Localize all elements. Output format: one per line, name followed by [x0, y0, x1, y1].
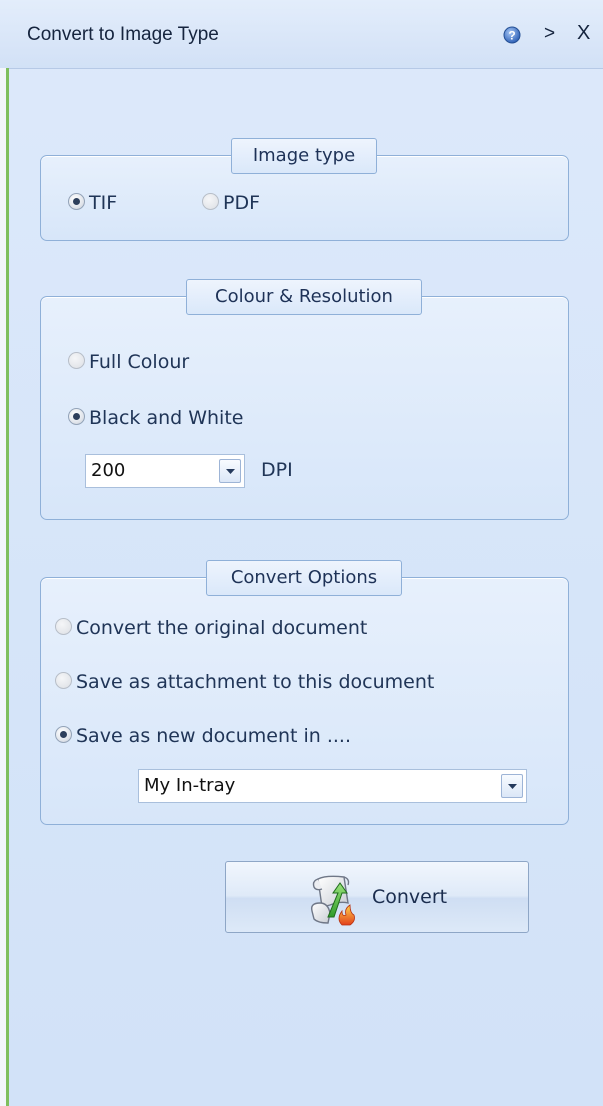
radio-button[interactable]: [55, 672, 72, 689]
scroll-convert-icon: [304, 873, 360, 927]
convert-button-label: Convert: [372, 886, 448, 908]
radio-button[interactable]: [68, 193, 85, 210]
dpi-unit-label: DPI: [261, 459, 293, 481]
pane-title: Convert to Image Type: [27, 24, 219, 45]
radio-black-white-label: Black and White: [89, 407, 244, 429]
radio-pdf[interactable]: PDF: [202, 188, 302, 218]
dpi-value: 200: [91, 460, 126, 481]
convert-options-legend: Convert Options: [206, 560, 402, 596]
radio-convert-original-label: Convert the original document: [76, 617, 368, 639]
pane-edge-accent: [6, 68, 9, 1106]
destination-value: My In-tray: [144, 775, 236, 796]
colour-resolution-legend: Colour & Resolution: [186, 279, 422, 315]
radio-tif-label: TIF: [89, 192, 118, 214]
radio-button[interactable]: [68, 352, 85, 369]
task-pane: Convert to Image Type ? > X Image type T…: [0, 0, 603, 1106]
svg-text:?: ?: [508, 29, 515, 43]
chevron-down-icon[interactable]: [219, 459, 241, 483]
pane-titlebar: Convert to Image Type ? > X: [0, 0, 603, 69]
destination-dropdown[interactable]: My In-tray: [138, 769, 527, 803]
colour-resolution-group: Colour & Resolution Full Colour Black an…: [40, 279, 569, 520]
radio-full-colour-label: Full Colour: [89, 351, 190, 373]
dpi-dropdown[interactable]: 200: [85, 454, 245, 488]
radio-convert-original[interactable]: Convert the original document: [55, 613, 455, 643]
convert-button[interactable]: Convert: [225, 861, 529, 933]
radio-button[interactable]: [68, 408, 85, 425]
radio-save-new-document-label: Save as new document in ....: [76, 725, 351, 747]
image-type-group: Image type TIF PDF: [40, 138, 569, 241]
radio-button[interactable]: [55, 726, 72, 743]
radio-pdf-label: PDF: [223, 192, 261, 214]
radio-tif[interactable]: TIF: [68, 188, 168, 218]
radio-save-new-document[interactable]: Save as new document in ....: [55, 721, 455, 751]
radio-button[interactable]: [55, 618, 72, 635]
radio-black-white[interactable]: Black and White: [68, 403, 308, 433]
chevron-down-icon[interactable]: [501, 774, 523, 798]
expand-pane-button[interactable]: >: [544, 23, 555, 45]
radio-save-attachment[interactable]: Save as attachment to this document: [55, 667, 515, 697]
convert-options-group: Convert Options Convert the original doc…: [40, 560, 569, 825]
radio-save-attachment-label: Save as attachment to this document: [76, 671, 435, 693]
help-icon[interactable]: ?: [503, 26, 521, 44]
image-type-legend: Image type: [231, 138, 377, 174]
radio-button[interactable]: [202, 193, 219, 210]
radio-full-colour[interactable]: Full Colour: [68, 347, 268, 377]
close-pane-button[interactable]: X: [577, 22, 590, 45]
